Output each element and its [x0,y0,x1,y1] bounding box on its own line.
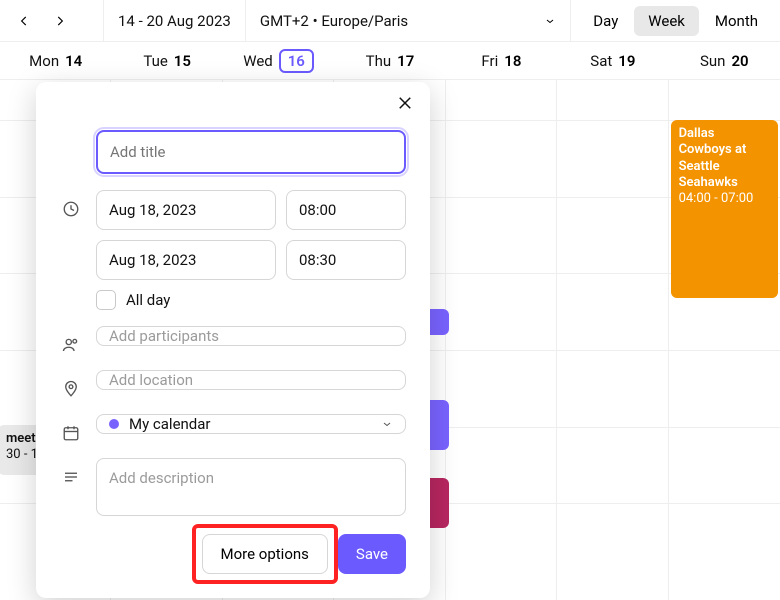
day-column-sat[interactable] [557,80,668,600]
description-icon [60,458,82,486]
timezone-label: GMT+2 • Europe/Paris [260,12,408,30]
calendar-name: My calendar [129,415,211,433]
event-title: Dallas Cowboys at Seattle Seahawks [679,126,770,191]
save-button[interactable]: Save [338,534,406,574]
day-header-wed[interactable]: Wed16 [223,42,334,79]
calendar-select[interactable]: My calendar [96,414,406,434]
location-icon [60,370,82,398]
new-event-popup: Aug 18, 2023 08:00 Aug 18, 2023 08:30 Al… [36,82,430,598]
start-date-field[interactable]: Aug 18, 2023 [96,190,276,230]
chevron-down-icon [381,415,393,433]
view-month-button[interactable]: Month [701,6,772,36]
event-time: 04:00 - 07:00 [679,191,770,207]
day-header-sat[interactable]: Sat19 [557,42,668,79]
day-header-sun[interactable]: Sun20 [669,42,780,79]
timezone-select[interactable]: GMT+2 • Europe/Paris [246,0,571,41]
end-date-field[interactable]: Aug 18, 2023 [96,240,276,280]
participants-icon [60,326,82,354]
close-icon [396,94,414,112]
title-input[interactable] [96,130,406,174]
date-range[interactable]: 14 - 20 Aug 2023 [104,0,246,41]
nav-arrows [0,0,104,41]
clock-icon [60,190,82,218]
next-week-button[interactable] [44,5,76,37]
chevron-down-icon [544,12,556,30]
day-column-fri[interactable] [446,80,557,600]
allday-checkbox[interactable]: All day [96,290,406,310]
topbar: 14 - 20 Aug 2023 GMT+2 • Europe/Paris Da… [0,0,780,42]
calendar-icon [60,414,82,442]
view-day-button[interactable]: Day [579,6,632,36]
calendar-color-dot [109,419,119,429]
description-input[interactable] [96,458,406,516]
prev-week-button[interactable] [8,5,40,37]
day-header-thu[interactable]: Thu17 [334,42,445,79]
more-options-button[interactable]: More options [202,534,328,574]
day-column-sun[interactable]: Dallas Cowboys at Seattle Seahawks 04:00… [669,80,780,600]
start-time-field[interactable]: 08:00 [286,190,406,230]
day-headers: Mon14 Tue15 Wed16 Thu17 Fri18 Sat19 Sun2… [0,42,780,80]
day-header-tue[interactable]: Tue15 [111,42,222,79]
popup-actions: More options Save [60,534,406,574]
allday-label: All day [126,291,170,309]
day-header-mon[interactable]: Mon14 [0,42,111,79]
location-input[interactable] [96,370,406,390]
end-time-field[interactable]: 08:30 [286,240,406,280]
close-button[interactable] [396,94,414,116]
day-header-fri[interactable]: Fri18 [446,42,557,79]
checkbox-icon [96,290,116,310]
event-cowboys[interactable]: Dallas Cowboys at Seattle Seahawks 04:00… [671,120,778,298]
participants-input[interactable] [96,326,406,346]
view-switch: Day Week Month [571,0,780,41]
view-week-button[interactable]: Week [634,6,699,36]
